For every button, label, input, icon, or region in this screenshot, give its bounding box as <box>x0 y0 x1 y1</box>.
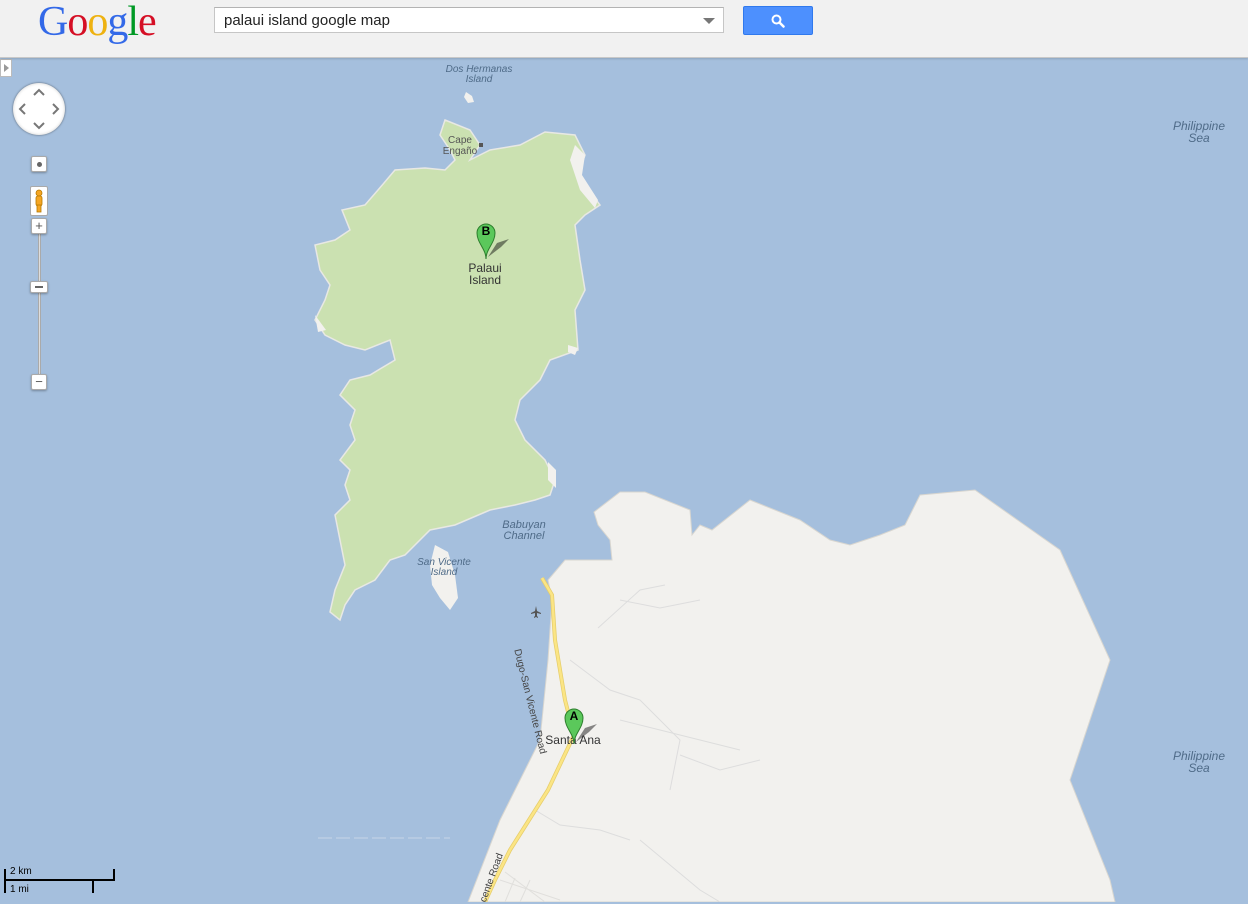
search-input[interactable] <box>215 8 694 32</box>
search-button[interactable] <box>743 6 813 35</box>
logo-letter: G <box>38 0 68 45</box>
slider-grip-icon <box>35 286 43 288</box>
scale-imperial-label: 1 mi <box>10 884 29 895</box>
zoom-in-symbol: + <box>35 218 43 233</box>
san-vicente-label: San Vicente Island <box>417 557 471 578</box>
logo-letter: e <box>138 0 157 45</box>
search-box[interactable] <box>214 7 724 33</box>
palaui-island-label: Palaui Island <box>468 261 502 287</box>
zoom-out-button[interactable]: − <box>31 374 47 390</box>
dos-hermanas-islet <box>464 92 474 103</box>
marker-b-letter: B <box>481 224 491 238</box>
airport-icon <box>531 606 541 618</box>
logo-letter: l <box>127 0 139 45</box>
babuyan-channel-label: Babuyan Channel <box>502 519 546 542</box>
scale-bar: 2 km 1 mi <box>4 866 116 896</box>
dropdown-arrow-icon[interactable] <box>703 18 715 24</box>
philippine-sea-label-bottom: Philippine Sea <box>1172 749 1226 775</box>
google-logo[interactable]: Google <box>38 0 157 46</box>
marker-b[interactable]: B <box>475 221 509 261</box>
zoom-slider-thumb[interactable] <box>30 281 48 293</box>
pan-control[interactable] <box>13 83 65 135</box>
center-dot-icon <box>37 162 42 167</box>
logo-letter: o <box>87 0 108 45</box>
pegman-icon <box>35 189 43 213</box>
marker-a[interactable]: A <box>563 706 597 746</box>
top-bar: Google <box>0 0 1248 58</box>
map-canvas[interactable]: Dos Hermanas Island Cape Engaño Palaui Isla… <box>0 58 1248 904</box>
magnifier-icon <box>771 14 785 28</box>
cape-engano-label: Cape Engaño <box>442 135 478 157</box>
dos-hermanas-label: Dos Hermanas Island <box>445 64 513 85</box>
zoom-out-symbol: − <box>35 374 43 389</box>
pan-arrows-icon <box>18 88 60 130</box>
side-panel-toggle[interactable] <box>0 59 12 77</box>
pegman-street-view[interactable] <box>30 186 48 216</box>
palaui-island <box>314 119 602 622</box>
logo-letter: o <box>67 0 88 45</box>
logo-letter: g <box>107 0 128 45</box>
scale-metric-label: 2 km <box>10 866 32 877</box>
philippine-sea-label-top: Philippine Sea <box>1172 119 1226 145</box>
zoom-in-button[interactable]: + <box>31 218 47 234</box>
map-graphic <box>314 92 1116 902</box>
zoom-slider-track[interactable] <box>38 234 41 376</box>
marker-a-letter: A <box>569 709 579 723</box>
center-button[interactable] <box>31 156 47 172</box>
